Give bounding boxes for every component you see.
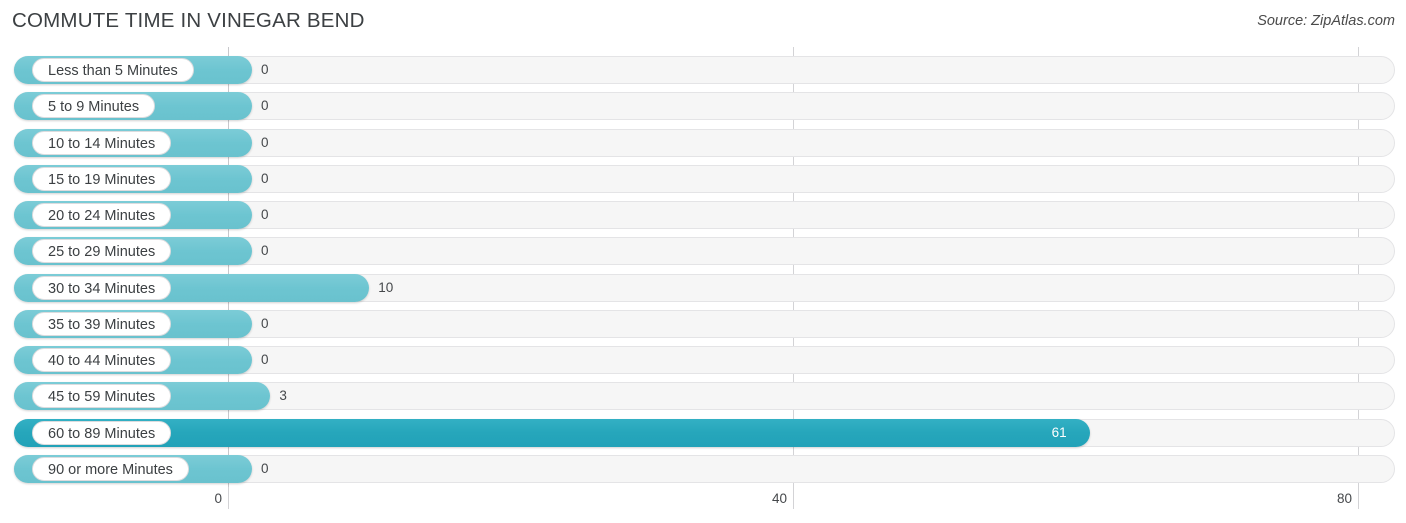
bar-label-45-to-59-minutes: 45 to 59 Minutes <box>32 384 172 409</box>
chart-row: 15 to 19 Minutes 0 <box>0 163 1406 195</box>
bar-label-40-to-44-minutes: 40 to 44 Minutes <box>32 348 172 372</box>
bar-value-label: 61 <box>1051 424 1067 440</box>
bar-value-label: 0 <box>261 98 269 114</box>
bar-value-label: 0 <box>261 315 269 331</box>
bar-value-label: 0 <box>261 243 269 259</box>
bar-value-label: 0 <box>261 134 269 150</box>
bar-label-20-to-24-minutes: 20 to 24 Minutes <box>32 203 172 227</box>
bar-label-10-to-14-minutes: 10 to 14 Minutes <box>32 130 172 155</box>
page-title: COMMUTE TIME IN VINEGAR BEND <box>12 9 365 32</box>
chart-row: 60 to 89 Minutes 61 <box>0 417 1406 449</box>
chart-row: 30 to 34 Minutes 10 <box>0 272 1406 304</box>
bar-label-15-to-19-minutes: 15 to 19 Minutes <box>32 166 172 191</box>
chart-row: 45 to 59 Minutes 3 <box>0 380 1406 412</box>
chart-row: 40 to 44 Minutes 0 <box>0 344 1406 376</box>
bar-value-label: 0 <box>261 352 269 367</box>
chart-row: 10 to 14 Minutes 0 <box>0 127 1406 159</box>
x-tick-mark <box>793 487 794 509</box>
bar-label-30-to-34-minutes: 30 to 34 Minutes <box>32 275 172 300</box>
chart-row: 20 to 24 Minutes 0 <box>0 199 1406 231</box>
x-tick-mark <box>228 487 229 509</box>
x-tick-label-80: 80 <box>1336 491 1352 506</box>
bar-value-label: 0 <box>261 62 269 77</box>
bar-label-less-than-5-minutes: Less than 5 Minutes <box>32 58 194 82</box>
source-attribution: Source: ZipAtlas.com <box>1257 13 1395 29</box>
chart-row: 5 to 9 Minutes 0 <box>0 90 1406 122</box>
bar-value-label: 0 <box>261 460 269 476</box>
bar-value-label: 10 <box>378 279 394 295</box>
bar-60-to-89-minutes[interactable] <box>14 418 1090 447</box>
x-axis: 0 40 80 <box>0 487 1406 523</box>
bar-value-label: 3 <box>279 388 287 404</box>
bar-value-label: 0 <box>261 207 269 222</box>
bar-label-60-to-89-minutes: 60 to 89 Minutes <box>32 420 172 445</box>
bar-label-5-to-9-minutes: 5 to 9 Minutes <box>32 94 156 119</box>
bar-label-90-or-more-minutes: 90 or more Minutes <box>32 456 189 481</box>
chart-row: 90 or more Minutes 0 <box>0 453 1406 485</box>
bar-label-35-to-39-minutes: 35 to 39 Minutes <box>32 311 172 336</box>
chart-row: Less than 5 Minutes 0 <box>0 54 1406 86</box>
chart-plot-area: Less than 5 Minutes 0 5 to 9 Minutes 0 10 to… <box>0 47 1406 487</box>
chart-row: 35 to 39 Minutes 0 <box>0 308 1406 340</box>
chart-row: 25 to 29 Minutes 0 <box>0 235 1406 267</box>
x-tick-label-0: 0 <box>214 491 222 506</box>
chart-header: COMMUTE TIME IN VINEGAR BEND Source: Zip… <box>0 0 1406 46</box>
x-tick-label-40: 40 <box>771 491 787 506</box>
bar-label-25-to-29-minutes: 25 to 29 Minutes <box>32 239 172 264</box>
bar-value-label: 0 <box>261 170 269 186</box>
x-tick-mark <box>1358 487 1359 509</box>
